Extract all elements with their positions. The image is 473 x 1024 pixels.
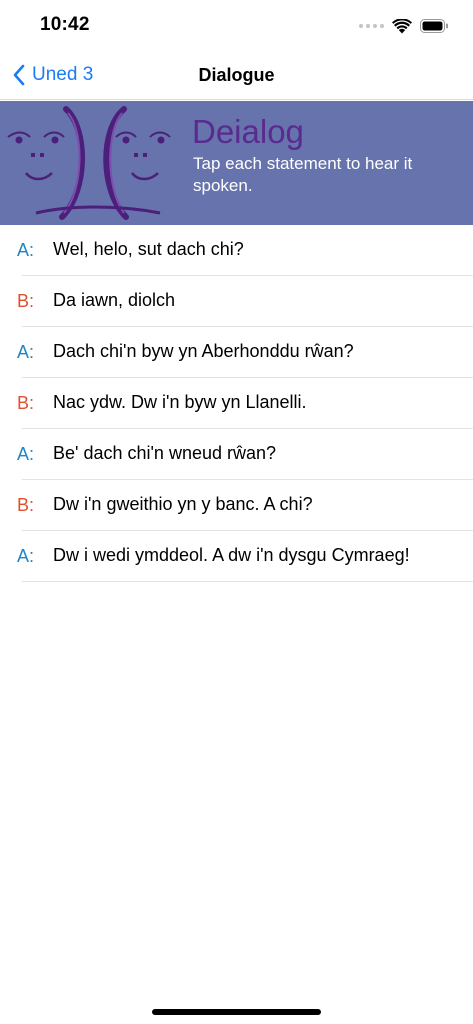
dialogue-row[interactable]: B: Nac ydw. Dw i'n byw yn Llanelli. [0, 378, 473, 429]
dialogue-row[interactable]: A: Wel, helo, sut dach chi? [0, 225, 473, 276]
dialogue-banner: Deialog Tap each statement to hear it sp… [0, 101, 473, 225]
two-faces-icon [7, 106, 171, 220]
dialogue-row[interactable]: A: Be' dach chi'n wneud rŵan? [0, 429, 473, 480]
speaker-label: B: [17, 393, 35, 413]
statement-text: Dach chi'n byw yn Aberhonddu rŵan? [53, 341, 354, 361]
dialogue-row[interactable]: A: Dw i wedi ymddeol. A dw i'n dysgu Cym… [0, 531, 473, 582]
speaker-label: A: [17, 444, 35, 464]
navigation-bar: Uned 3 Dialogue [0, 50, 473, 100]
speaker-label: B: [17, 495, 35, 515]
status-bar: 10:42 [0, 0, 473, 50]
page-title: Dialogue [198, 65, 275, 85]
status-icons [359, 16, 449, 36]
battery-icon [420, 19, 448, 33]
statement-text: Dw i wedi ymddeol. A dw i'n dysgu Cymrae… [53, 545, 410, 565]
cellular-signal-icon [359, 24, 384, 28]
statement-text: Nac ydw. Dw i'n byw yn Llanelli. [53, 392, 307, 412]
statement-text: Wel, helo, sut dach chi? [53, 239, 244, 259]
statement-text: Da iawn, diolch [53, 290, 176, 310]
wifi-icon [392, 18, 412, 33]
statement-text: Dw i'n gweithio yn y banc. A chi? [53, 494, 313, 514]
banner-title: Deialog [192, 113, 304, 150]
speaker-label: A: [17, 546, 35, 566]
dialogue-list: A: Wel, helo, sut dach chi? B: Da iawn, … [0, 225, 473, 582]
speaker-label: A: [17, 342, 35, 362]
dialogue-row[interactable]: A: Dach chi'n byw yn Aberhonddu rŵan? [0, 327, 473, 378]
statement-text: Be' dach chi'n wneud rŵan? [53, 443, 277, 463]
speaker-label: A: [17, 240, 35, 260]
banner-subtitle: Tap each statement to hear it spoken. [193, 154, 413, 195]
status-time: 10:42 [40, 14, 90, 35]
dialogue-row[interactable]: B: Dw i'n gweithio yn y banc. A chi? [0, 480, 473, 531]
home-indicator[interactable] [152, 1009, 321, 1015]
speaker-label: B: [17, 291, 35, 311]
dialogue-row[interactable]: B: Da iawn, diolch [0, 276, 473, 327]
